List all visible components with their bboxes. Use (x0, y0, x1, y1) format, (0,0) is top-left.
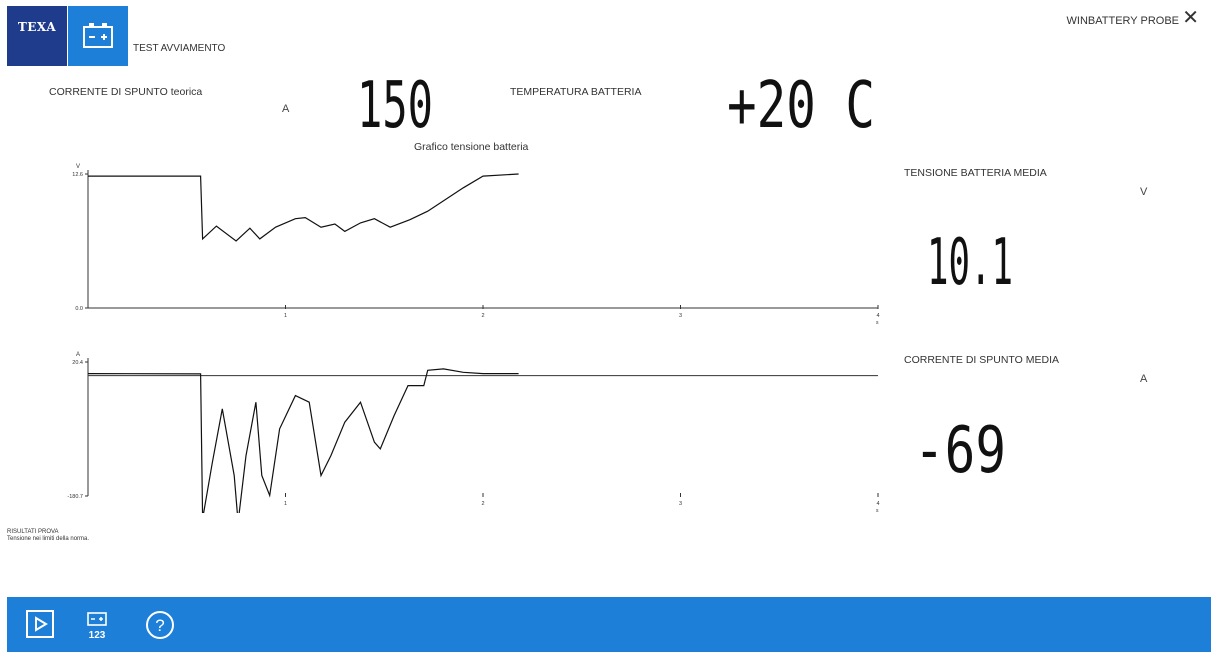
help-button[interactable]: ? (144, 609, 176, 646)
current-chart: A 20.4 -180.7 1 2 3 4s (67, 352, 880, 513)
temperatura-value: +20 C (727, 78, 875, 130)
probe-label: WINBATTERY PROBE (1066, 15, 1179, 27)
corrente-media-label: CORRENTE DI SPUNTO MEDIA (904, 354, 1059, 366)
y-tick-label: 0.0 (75, 306, 83, 312)
results-panel: RISULTATI PROVA Tensione nei limiti dell… (7, 529, 89, 543)
x-tick-label: 4 (876, 313, 879, 319)
y-tick-label: -180.7 (67, 494, 83, 500)
x-tick-label: 1 (284, 501, 287, 507)
results-title: RISULTATI PROVA (7, 529, 59, 535)
play-icon (26, 610, 54, 638)
series-line (88, 173, 519, 242)
battery-123-label: 123 (89, 630, 106, 641)
corrente-value: 150 (357, 78, 433, 130)
x-tick-label: 2 (481, 313, 484, 319)
corrente-unit: A (282, 103, 290, 115)
x-axis-unit: s (876, 508, 879, 513)
y-axis-label: V (76, 164, 80, 170)
corrente-label: CORRENTE DI SPUNTO teorica (49, 86, 203, 98)
y-tick-label: 20.4 (72, 360, 83, 366)
x-tick-label: 2 (481, 501, 484, 507)
corrente-value-display: 150 (357, 78, 433, 130)
tensione-media-display: 10.1 (927, 235, 1013, 287)
tensione-media-unit: V (1140, 186, 1148, 198)
svg-text:?: ? (155, 616, 164, 635)
x-tick-label: 4 (876, 501, 879, 507)
series-line (87, 368, 519, 513)
play-button[interactable] (25, 609, 55, 644)
tensione-media-label: TENSIONE BATTERIA MEDIA (904, 167, 1047, 179)
x-axis-unit: s (876, 320, 879, 325)
corrente-media-display: -69 (914, 423, 1006, 475)
y-axis-label: A (76, 352, 80, 358)
x-tick-label: 3 (679, 501, 682, 507)
x-tick-label: 1 (284, 313, 287, 319)
x-tick-label: 3 (679, 313, 682, 319)
results-text: Tensione nei limiti della norma. (7, 536, 90, 542)
corrente-media-unit: A (1140, 373, 1148, 385)
voltage-chart: V 12.6 0.0 1 2 3 4s (72, 164, 879, 325)
tensione-media-value: 10.1 (927, 235, 1013, 287)
y-tick-label: 12.6 (72, 172, 83, 178)
battery-app-icon (68, 6, 128, 66)
help-icon: ? (146, 611, 174, 639)
page-title: TEST AVVIAMENTO (133, 43, 226, 54)
temperatura-label: TEMPERATURA BATTERIA (510, 86, 642, 98)
battery-123-icon: 123 (87, 612, 107, 641)
bottom-toolbar: 123 ? (7, 597, 1211, 652)
texa-logo: TEXA (7, 6, 67, 66)
corrente-media-value: -69 (914, 423, 1006, 475)
battery-icon (83, 23, 113, 48)
close-icon[interactable]: ✕ (1182, 8, 1199, 28)
battery-123-button[interactable]: 123 (82, 609, 112, 646)
temperatura-value-display: +20 C (727, 78, 875, 130)
chart-title: Grafico tensione batteria (414, 141, 529, 153)
